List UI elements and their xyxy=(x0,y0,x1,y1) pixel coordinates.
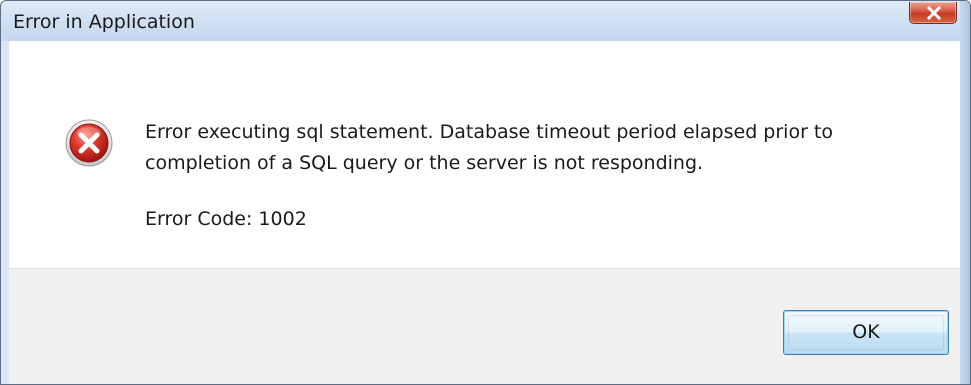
dialog-content: Error executing sql statement. Database … xyxy=(9,41,962,268)
title-bar[interactable]: Error in Application xyxy=(1,1,970,41)
error-message-line-2: completion of a SQL query or the server … xyxy=(145,152,704,174)
close-button[interactable] xyxy=(909,2,957,24)
window-title: Error in Application xyxy=(13,11,195,33)
error-dialog-window: Error in Application Error executing sql… xyxy=(0,0,971,385)
close-icon xyxy=(926,6,942,20)
error-icon xyxy=(65,119,113,167)
error-message: Error executing sql statement. Database … xyxy=(145,117,935,179)
ok-button[interactable]: OK xyxy=(783,310,949,355)
error-code-text: Error Code: 1002 xyxy=(145,208,307,230)
error-message-line-1: Error executing sql statement. Database … xyxy=(145,121,833,143)
ok-button-label: OK xyxy=(852,321,880,343)
button-bar: OK xyxy=(9,268,962,384)
window-frame-right xyxy=(960,1,970,384)
